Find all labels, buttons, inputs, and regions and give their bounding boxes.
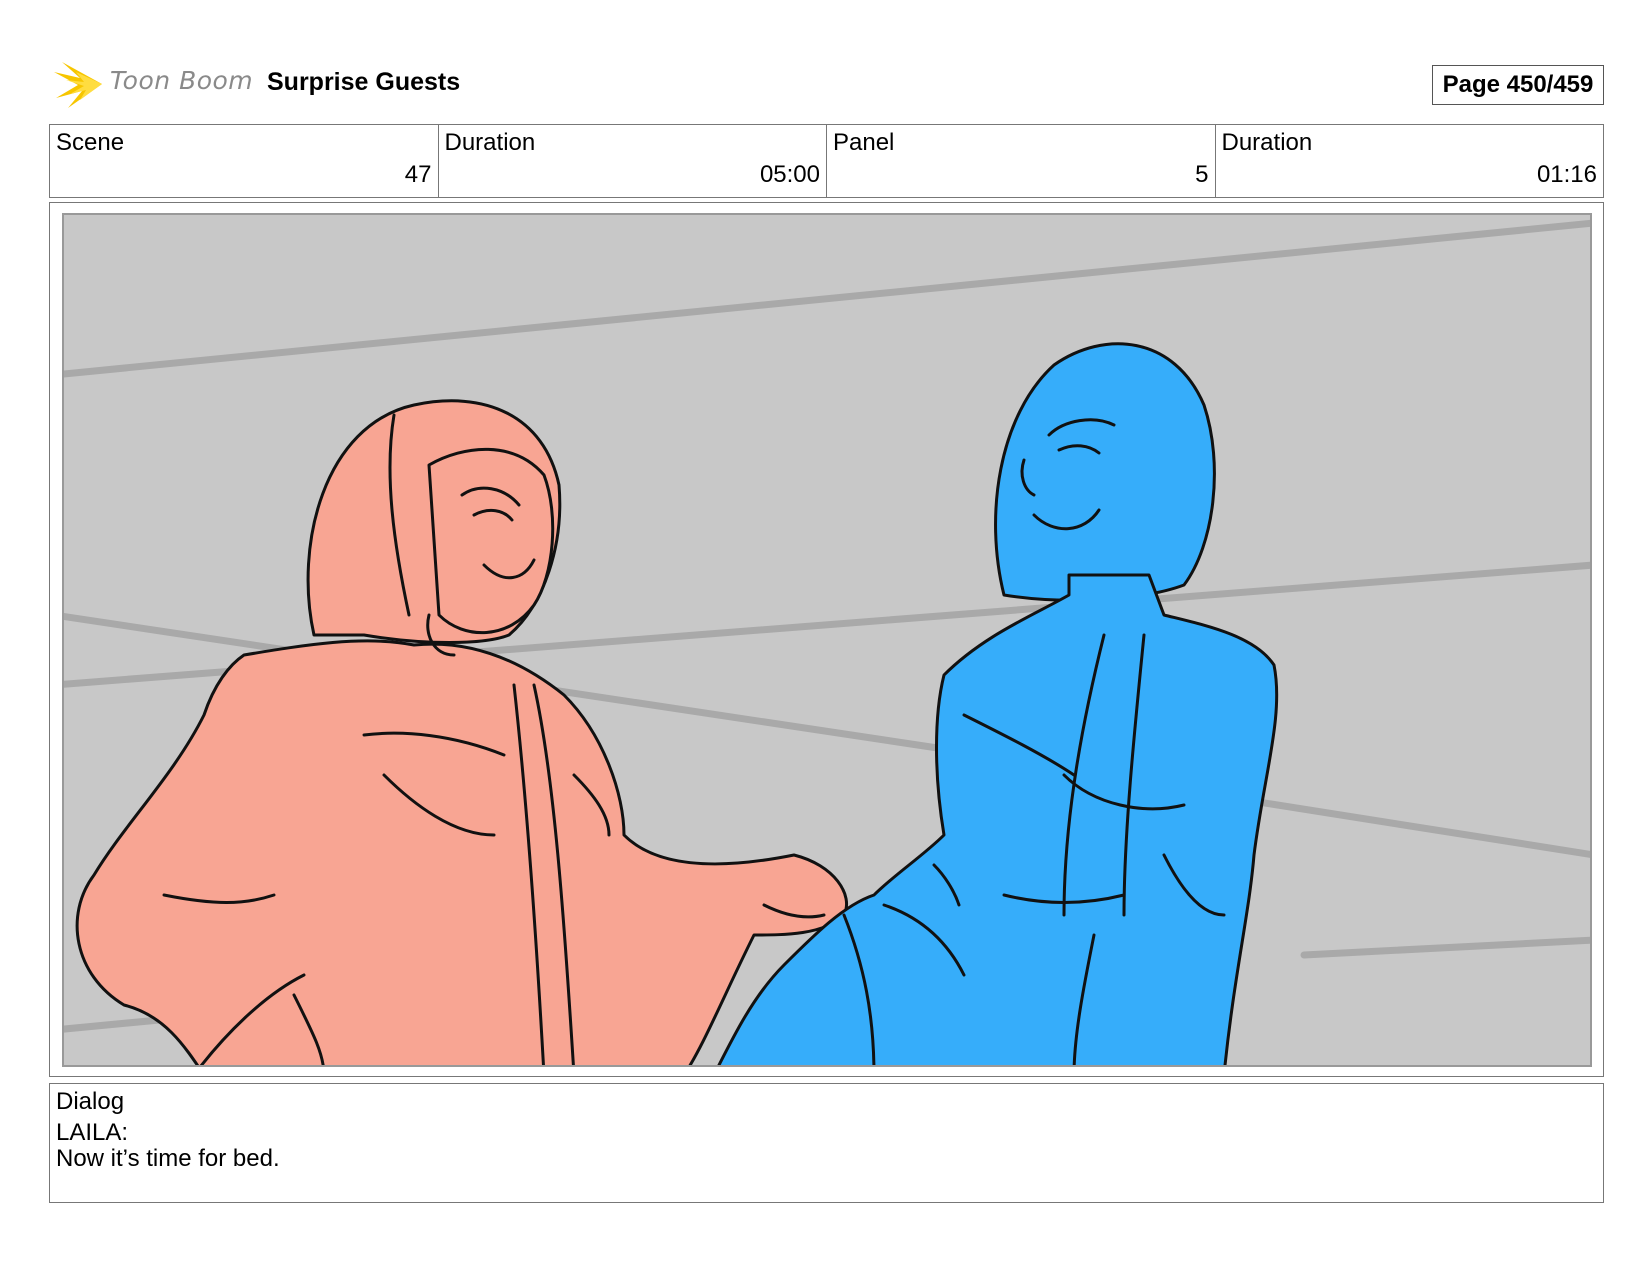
scene-duration-label: Duration [444, 129, 536, 156]
panel-value: 5 [1195, 161, 1209, 188]
dialog-label: Dialog [56, 1088, 125, 1115]
panel-duration-value: 01:16 [1536, 161, 1597, 188]
dialog-speaker: LAILA: [56, 1119, 129, 1146]
toon-boom-logo: Toon Boom [54, 58, 254, 110]
scene-label: Scene [56, 129, 125, 156]
panel-duration-cell: Duration 01:16 [1216, 125, 1604, 197]
dialog-text: LAILA: Now it’s time for bed. [56, 1120, 280, 1172]
scene-duration-cell: Duration 05:00 [439, 125, 827, 197]
panel-label: Panel [833, 129, 895, 156]
panel-artwork [62, 213, 1592, 1067]
storyboard-sketch [64, 219, 1590, 1065]
storyboard-title: Surprise Guests [267, 68, 461, 96]
right-character [717, 342, 1279, 1065]
page-indicator: Page 450/459 [1432, 65, 1604, 105]
logo-wordmark: Toon Boom [110, 66, 254, 95]
dialog-line: Now it’s time for bed. [56, 1145, 280, 1172]
scene-value: 47 [404, 161, 432, 188]
panel-frame [49, 202, 1604, 1077]
toon-boom-burst-icon [54, 62, 102, 108]
panel-cell: Panel 5 [827, 125, 1216, 197]
panel-duration-label: Duration [1221, 129, 1313, 156]
scene-info-row: Scene 47 Duration 05:00 Panel 5 Duration… [49, 124, 1604, 198]
scene-cell: Scene 47 [50, 125, 439, 197]
scene-duration-value: 05:00 [759, 161, 820, 188]
dialog-box: Dialog LAILA: Now it’s time for bed. [49, 1083, 1604, 1203]
left-character [75, 399, 848, 1065]
